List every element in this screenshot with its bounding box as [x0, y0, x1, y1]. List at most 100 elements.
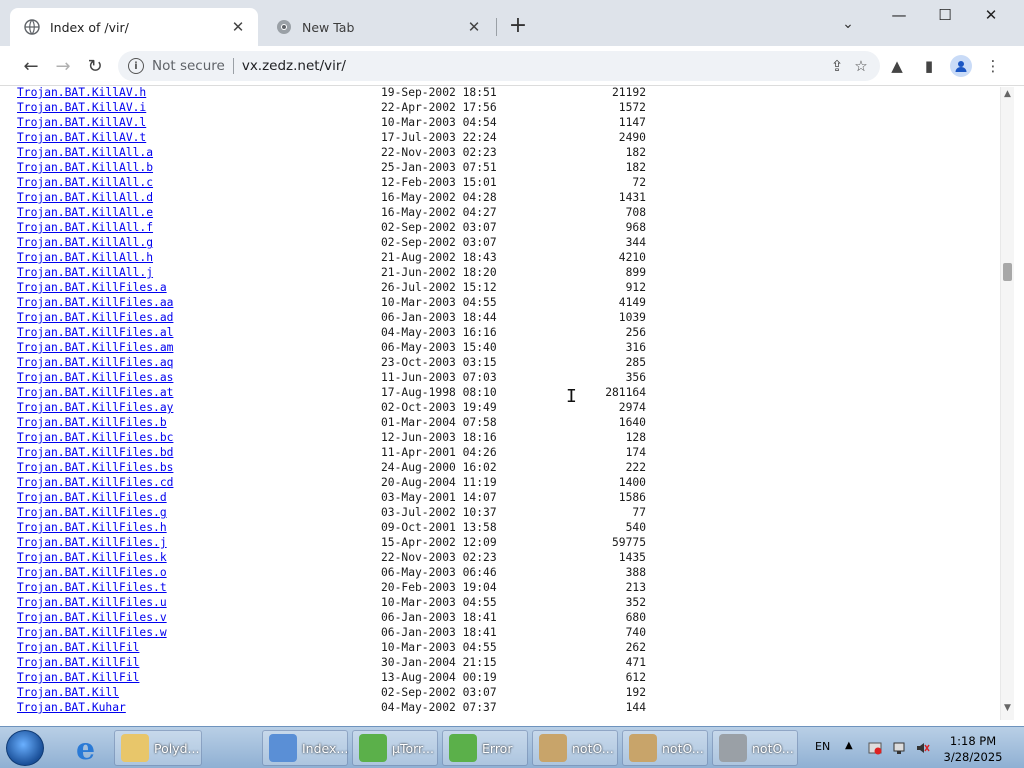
maximize-button[interactable]: ☐	[928, 6, 962, 28]
file-date: 16-May-2002 04:28	[381, 191, 497, 204]
clock-date: 3/28/2025	[943, 750, 1003, 764]
file-link[interactable]: Trojan.BAT.KillAll.c	[17, 175, 153, 190]
file-link[interactable]: Trojan.BAT.KillAV.l	[17, 115, 146, 130]
file-date: 17-Aug-1998 08:10	[381, 386, 497, 399]
file-link[interactable]: Trojan.BAT.KillFiles.bc	[17, 430, 173, 445]
taskbar-item[interactable]: Polyd...	[114, 730, 202, 766]
file-size: 708	[625, 206, 646, 219]
taskbar-item[interactable]: Index...	[262, 730, 348, 766]
file-link[interactable]: Trojan.BAT.KillFil	[17, 670, 139, 685]
file-size: 612	[625, 671, 646, 684]
file-link[interactable]: Trojan.BAT.KillAll.d	[17, 190, 153, 205]
scroll-down-arrow-icon[interactable]: ▼	[1004, 703, 1011, 713]
file-link[interactable]: Trojan.BAT.KillFiles.h	[17, 520, 167, 535]
file-link[interactable]: Trojan.BAT.KillFiles.aa	[17, 295, 173, 310]
file-link[interactable]: Trojan.BAT.KillAll.e	[17, 205, 153, 220]
file-link[interactable]: Trojan.BAT.KillFiles.a	[17, 280, 167, 295]
file-link[interactable]: Trojan.BAT.KillFiles.j	[17, 535, 167, 550]
side-panel-icon[interactable]: ▮	[918, 55, 940, 77]
minimize-button[interactable]: —	[882, 6, 916, 28]
new-tab-button[interactable]: +	[506, 15, 530, 39]
file-link[interactable]: Trojan.BAT.KillFiles.bs	[17, 460, 173, 475]
forward-button[interactable]: →	[50, 53, 76, 79]
file-link[interactable]: Trojan.BAT.KillAll.g	[17, 235, 153, 250]
profile-avatar-icon[interactable]	[950, 55, 972, 77]
taskbar-item[interactable]: notO...	[532, 730, 618, 766]
file-date: 22-Apr-2002 17:56	[381, 101, 497, 114]
file-link[interactable]: Trojan.BAT.Kill	[17, 685, 119, 700]
share-icon[interactable]: ⇪	[826, 55, 848, 77]
utorrent-icon	[449, 734, 477, 762]
address-bar[interactable]: i Not secure vx.zedz.net/vir/	[118, 51, 880, 81]
file-link[interactable]: Trojan.BAT.KillFiles.b	[17, 415, 167, 430]
file-date: 10-Mar-2003 04:54	[381, 116, 497, 129]
file-date: 06-Jan-2003 18:41	[381, 611, 497, 624]
file-date: 16-May-2002 04:27	[381, 206, 497, 219]
bookmark-star-icon[interactable]: ☆	[850, 55, 872, 77]
file-link[interactable]: Trojan.BAT.KillFiles.am	[17, 340, 173, 355]
volume-muted-icon[interactable]	[916, 741, 930, 755]
file-link[interactable]: Trojan.BAT.KillAll.f	[17, 220, 153, 235]
taskbar-item[interactable]: Error	[442, 730, 528, 766]
tab-index-of-vir[interactable]: Index of /vir/ ✕	[10, 8, 258, 46]
file-link[interactable]: Trojan.BAT.KillAll.a	[17, 145, 153, 160]
file-link[interactable]: Trojan.BAT.KillAV.i	[17, 100, 146, 115]
reload-button[interactable]: ↻	[82, 53, 108, 79]
file-link[interactable]: Trojan.BAT.KillAV.t	[17, 130, 146, 145]
file-link[interactable]: Trojan.BAT.KillFiles.at	[17, 385, 173, 400]
file-link[interactable]: Trojan.BAT.KillFiles.as	[17, 370, 173, 385]
file-link[interactable]: Trojan.BAT.KillFiles.bd	[17, 445, 173, 460]
back-button[interactable]: ←	[18, 53, 44, 79]
extensions-icon[interactable]: ▲	[886, 55, 908, 77]
security-alert-icon[interactable]	[868, 741, 882, 755]
file-link[interactable]: Trojan.BAT.KillFiles.aq	[17, 355, 173, 370]
security-status[interactable]: Not secure	[152, 58, 225, 74]
file-link[interactable]: Trojan.BAT.KillFiles.al	[17, 325, 173, 340]
menu-kebab-icon[interactable]: ⋮	[982, 55, 1004, 77]
file-link[interactable]: Trojan.BAT.KillFil	[17, 640, 139, 655]
show-hidden-icons-icon[interactable]: ▲	[845, 740, 853, 751]
close-tab-icon[interactable]: ✕	[228, 17, 248, 37]
file-link[interactable]: Trojan.BAT.KillAV.h	[17, 87, 146, 100]
internet-explorer-icon[interactable]: e	[66, 730, 110, 767]
file-link[interactable]: Trojan.BAT.KillFiles.o	[17, 565, 167, 580]
file-link[interactable]: Trojan.BAT.KillAll.j	[17, 265, 153, 280]
tab-title: Index of /vir/	[50, 19, 129, 35]
file-link[interactable]: Trojan.BAT.KillFiles.g	[17, 505, 167, 520]
file-size: 174	[625, 446, 646, 459]
close-window-button[interactable]: ✕	[974, 6, 1008, 28]
system-clock[interactable]: 1:18 PM 3/28/2025	[938, 733, 1008, 765]
file-link[interactable]: Trojan.BAT.KillFiles.ad	[17, 310, 173, 325]
taskbar-item[interactable]: µTorr...	[352, 730, 438, 766]
file-link[interactable]: Trojan.BAT.Kuhar	[17, 700, 126, 715]
file-size: 1431	[618, 191, 646, 204]
file-link[interactable]: Trojan.BAT.KillFiles.v	[17, 610, 167, 625]
file-date: 22-Nov-2003 02:23	[381, 551, 497, 564]
vertical-scrollbar[interactable]: ▲ ▼	[1000, 87, 1014, 720]
scrollbar-thumb[interactable]	[1003, 263, 1012, 281]
language-indicator[interactable]: EN	[815, 740, 830, 753]
file-link[interactable]: Trojan.BAT.KillFiles.w	[17, 625, 167, 640]
file-link[interactable]: Trojan.BAT.KillFiles.t	[17, 580, 167, 595]
taskbar-item[interactable]: notO...	[622, 730, 708, 766]
url-text[interactable]: vx.zedz.net/vir/	[242, 58, 346, 74]
info-icon[interactable]: i	[128, 58, 144, 74]
file-link[interactable]: Trojan.BAT.KillFiles.k	[17, 550, 167, 565]
file-link[interactable]: Trojan.BAT.KillAll.h	[17, 250, 153, 265]
tab-search-icon[interactable]: ⌄	[838, 16, 858, 36]
start-button[interactable]	[6, 730, 44, 766]
file-link[interactable]: Trojan.BAT.KillFiles.ay	[17, 400, 173, 415]
scroll-up-arrow-icon[interactable]: ▲	[1004, 89, 1011, 99]
file-date: 06-May-2003 15:40	[381, 341, 497, 354]
network-icon[interactable]	[892, 741, 906, 755]
file-link[interactable]: Trojan.BAT.KillFiles.d	[17, 490, 167, 505]
file-link[interactable]: Trojan.BAT.KillFil	[17, 655, 139, 670]
taskbar-item[interactable]: notO...	[712, 730, 798, 766]
file-link[interactable]: Trojan.BAT.KillAll.b	[17, 160, 153, 175]
file-date: 20-Aug-2004 11:19	[381, 476, 497, 489]
file-link[interactable]: Trojan.BAT.KillFiles.cd	[17, 475, 173, 490]
file-date: 10-Mar-2003 04:55	[381, 641, 497, 654]
file-link[interactable]: Trojan.BAT.KillFiles.u	[17, 595, 167, 610]
tab-new-tab[interactable]: New Tab ✕	[262, 8, 494, 46]
close-tab-icon[interactable]: ✕	[464, 17, 484, 37]
